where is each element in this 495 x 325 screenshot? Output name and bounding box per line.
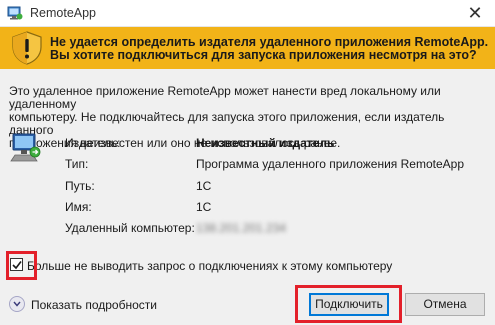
connect-button[interactable]: Подключить (309, 293, 389, 316)
shield-warning-icon (10, 30, 44, 66)
publisher-label: Издатель: (65, 136, 121, 150)
description-line-1: Это удаленное приложение RemoteApp может… (9, 84, 441, 111)
name-label: Имя: (65, 200, 92, 214)
remote-computer-icon (9, 131, 43, 165)
show-details-label[interactable]: Показать подробности (31, 298, 157, 312)
remoteapp-icon (7, 5, 23, 21)
window-title: RemoteApp (30, 6, 97, 20)
type-label: Тип: (65, 157, 89, 171)
info-panel: Это удаленное приложение RemoteApp может… (0, 69, 495, 285)
chevron-down-icon (9, 296, 25, 312)
warning-banner: Не удается определить издателя удаленног… (0, 27, 495, 69)
dont-ask-again-checkbox[interactable] (10, 258, 23, 271)
close-icon: ✕ (467, 3, 483, 23)
warning-message: Не удается определить издателя удаленног… (50, 36, 490, 62)
name-value: 1C (196, 200, 212, 214)
publisher-value: Неизвестный издатель (196, 136, 335, 150)
warning-line-2: Вы хотите подключиться для запуска прило… (50, 48, 477, 62)
type-value: Программа удаленного приложения RemoteAp… (196, 157, 464, 171)
remote-computer-value: 138.201.201.234 (196, 221, 287, 235)
description-line-2: компьютеру. Не подключайтесь для запуска… (9, 110, 445, 137)
dont-ask-again-label[interactable]: Больше не выводить запрос о подключениях… (27, 259, 392, 273)
close-button[interactable]: ✕ (461, 2, 489, 24)
title-bar: RemoteApp ✕ (0, 0, 495, 27)
path-label: Путь: (65, 179, 95, 193)
cancel-button[interactable]: Отмена (405, 293, 485, 316)
remote-computer-label: Удаленный компьютер: (65, 221, 195, 235)
path-value: 1C (196, 179, 212, 193)
